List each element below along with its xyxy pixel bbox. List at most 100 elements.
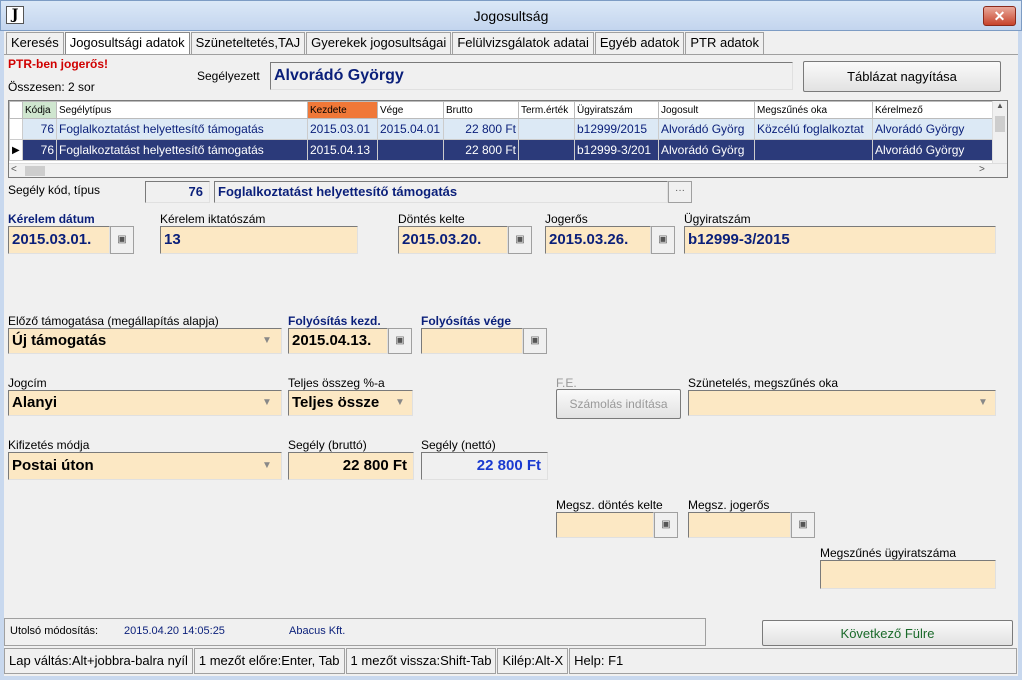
benefits-grid[interactable]: Kódja Segélytípus Kezdete Vége Brutto Te… [8,100,1008,178]
segely-tipus-lookup-button[interactable]: ··· [668,181,692,203]
calendar-icon[interactable]: ▣ [388,328,412,354]
cell [518,118,575,140]
vertical-scrollbar[interactable]: ▲ [992,101,1007,163]
cell: 76 [22,139,57,161]
elozo-dropdown[interactable]: Új támogatás [8,328,282,354]
foly-kezd-label: Folyósítás kezd. [288,314,381,328]
cell: 2015.04.01 [377,118,444,140]
applicant-name: Alvorádó György [270,62,793,90]
scroll-up-icon[interactable]: ▲ [993,101,1007,110]
calendar-icon[interactable]: ▣ [110,226,134,254]
cell [754,139,873,161]
megsz-jogeros-field[interactable] [688,512,791,538]
jogcim-label: Jogcím [8,376,47,390]
chevron-down-icon[interactable]: ▼ [256,329,278,353]
szamolas-button[interactable]: Számolás indítása [556,389,681,419]
calendar-icon[interactable]: ▣ [508,226,532,254]
segely-tipus-field[interactable]: Foglalkoztatást helyettesítő támogatás [214,181,668,203]
kerelem-iktatoszam-label: Kérelem iktatószám [160,212,266,226]
dontes-kelte-field[interactable]: 2015.03.20. [398,226,508,254]
chevron-down-icon[interactable]: ▼ [972,391,994,415]
chevron-down-icon[interactable]: ▼ [389,391,411,415]
footer-info-panel [4,618,706,646]
kerelem-datum-field[interactable]: 2015.03.01. [8,226,110,254]
status-item: 1 mezőt vissza:Shift-Tab [345,648,497,674]
col-header[interactable]: Kódja [22,101,57,119]
fe-label: F.E. [556,376,577,390]
jogeros-label: Jogerős [545,212,588,226]
netto-field: 22 800 Ft [421,452,548,480]
foly-vege-field[interactable] [421,328,523,354]
megsz-jogeros-label: Megsz. jogerős [688,498,770,512]
table-row[interactable]: ▶ 76 Foglalkoztatást helyettesítő támoga… [9,139,993,161]
megsz-ugyirat-field[interactable] [820,560,996,589]
jogeros-field[interactable]: 2015.03.26. [545,226,651,254]
cell [377,139,444,161]
close-button[interactable]: ✕ [983,6,1016,26]
cell: 76 [22,118,57,140]
segely-kod-field[interactable]: 76 [145,181,210,203]
col-header[interactable]: Term.érték [518,101,575,119]
cell: Alvorádó György [872,118,993,140]
ugyiratszam-field[interactable]: b12999-3/2015 [684,226,996,254]
scroll-left-icon[interactable]: < [11,164,17,175]
last-mod-time: 2015.04.20 14:05:25 [124,625,225,637]
status-item: Kilép:Alt-X [497,648,569,674]
col-header[interactable]: Kezdete [307,101,378,119]
tab-gyerekek[interactable]: Gyerekek jogosultságai [306,32,452,54]
col-header[interactable]: Megszűnés oka [754,101,873,119]
status-item: Lap váltás:Alt+jobbra-balra nyíl [4,648,193,674]
scroll-right-icon[interactable]: > [979,164,985,175]
szunetelés-dropdown[interactable] [688,390,996,416]
tab-jogosultsagi-adatok[interactable]: Jogosultsági adatok [64,32,190,55]
tab-ptr[interactable]: PTR adatok [685,32,765,54]
col-header[interactable]: Vége [377,101,444,119]
cell: 2015.04.13 [307,139,378,161]
foly-vege-label: Folyósítás vége [421,314,512,328]
calendar-icon[interactable]: ▣ [523,328,547,354]
cell: b12999/2015 [574,118,659,140]
scroll-thumb[interactable] [995,116,1005,132]
cell [518,139,575,161]
col-header[interactable]: Segélytípus [56,101,308,119]
col-header[interactable]: Ügyiratszám [574,101,659,119]
foly-kezd-field[interactable]: 2015.04.13. [288,328,388,354]
tab-kereses[interactable]: Keresés [6,32,64,54]
segely-kod-label: Segély kód, típus [8,183,101,197]
col-header[interactable]: Brutto [443,101,519,119]
megsz-ugyirat-label: Megszűnés ügyiratszáma [820,546,957,560]
next-tab-button[interactable]: Következő Fülre [762,620,1013,646]
chevron-down-icon[interactable]: ▼ [256,453,278,479]
calendar-icon[interactable]: ▣ [791,512,815,538]
row-count: Összesen: 2 sor [8,80,95,94]
cell: Alvorádó György [872,139,993,161]
tab-szuneteltetes[interactable]: Szüneteltetés,TAJ [190,32,306,54]
calendar-icon[interactable]: ▣ [654,512,678,538]
table-row[interactable]: 76 Foglalkoztatást helyettesítő támogatá… [9,118,993,140]
kifizetes-dropdown[interactable]: Postai úton [8,452,282,480]
chevron-down-icon[interactable]: ▼ [256,391,278,415]
status-item: Help: F1 [569,648,1017,674]
cell: 22 800 Ft [443,139,519,161]
kerelem-datum-label: Kérelem dátum [8,212,95,226]
enlarge-table-button[interactable]: Táblázat nagyítása [803,61,1001,92]
horizontal-scrollbar[interactable]: < > [9,163,1007,177]
tab-egyeb[interactable]: Egyéb adatok [594,32,685,54]
jogcim-dropdown[interactable]: Alanyi [8,390,282,416]
megsz-dontes-field[interactable] [556,512,654,538]
calendar-icon[interactable]: ▣ [651,226,675,254]
grid-header-row: Kódja Segélytípus Kezdete Vége Brutto Te… [9,101,993,119]
cell: Alvorádó Györg [658,139,755,161]
kerelem-iktatoszam-field[interactable]: 13 [160,226,358,254]
netto-label: Segély (nettó) [421,438,496,452]
col-header[interactable]: Jogosult [658,101,755,119]
status-bar: Lap váltás:Alt+jobbra-balra nyíl 1 mezőt… [4,648,1018,674]
cell: Közcélú foglalkoztat [754,118,873,140]
scroll-thumb-h[interactable] [25,166,45,176]
cell: b12999-3/201 [574,139,659,161]
applicant-label: Segélyezett [197,69,260,83]
tab-felulvizsgalatok[interactable]: Felülvizsgálatok adatai [452,32,594,54]
brutto-field[interactable]: 22 800 Ft [288,452,414,480]
col-header[interactable]: Kérelmező [872,101,993,119]
megsz-dontes-label: Megsz. döntés kelte [556,498,663,512]
